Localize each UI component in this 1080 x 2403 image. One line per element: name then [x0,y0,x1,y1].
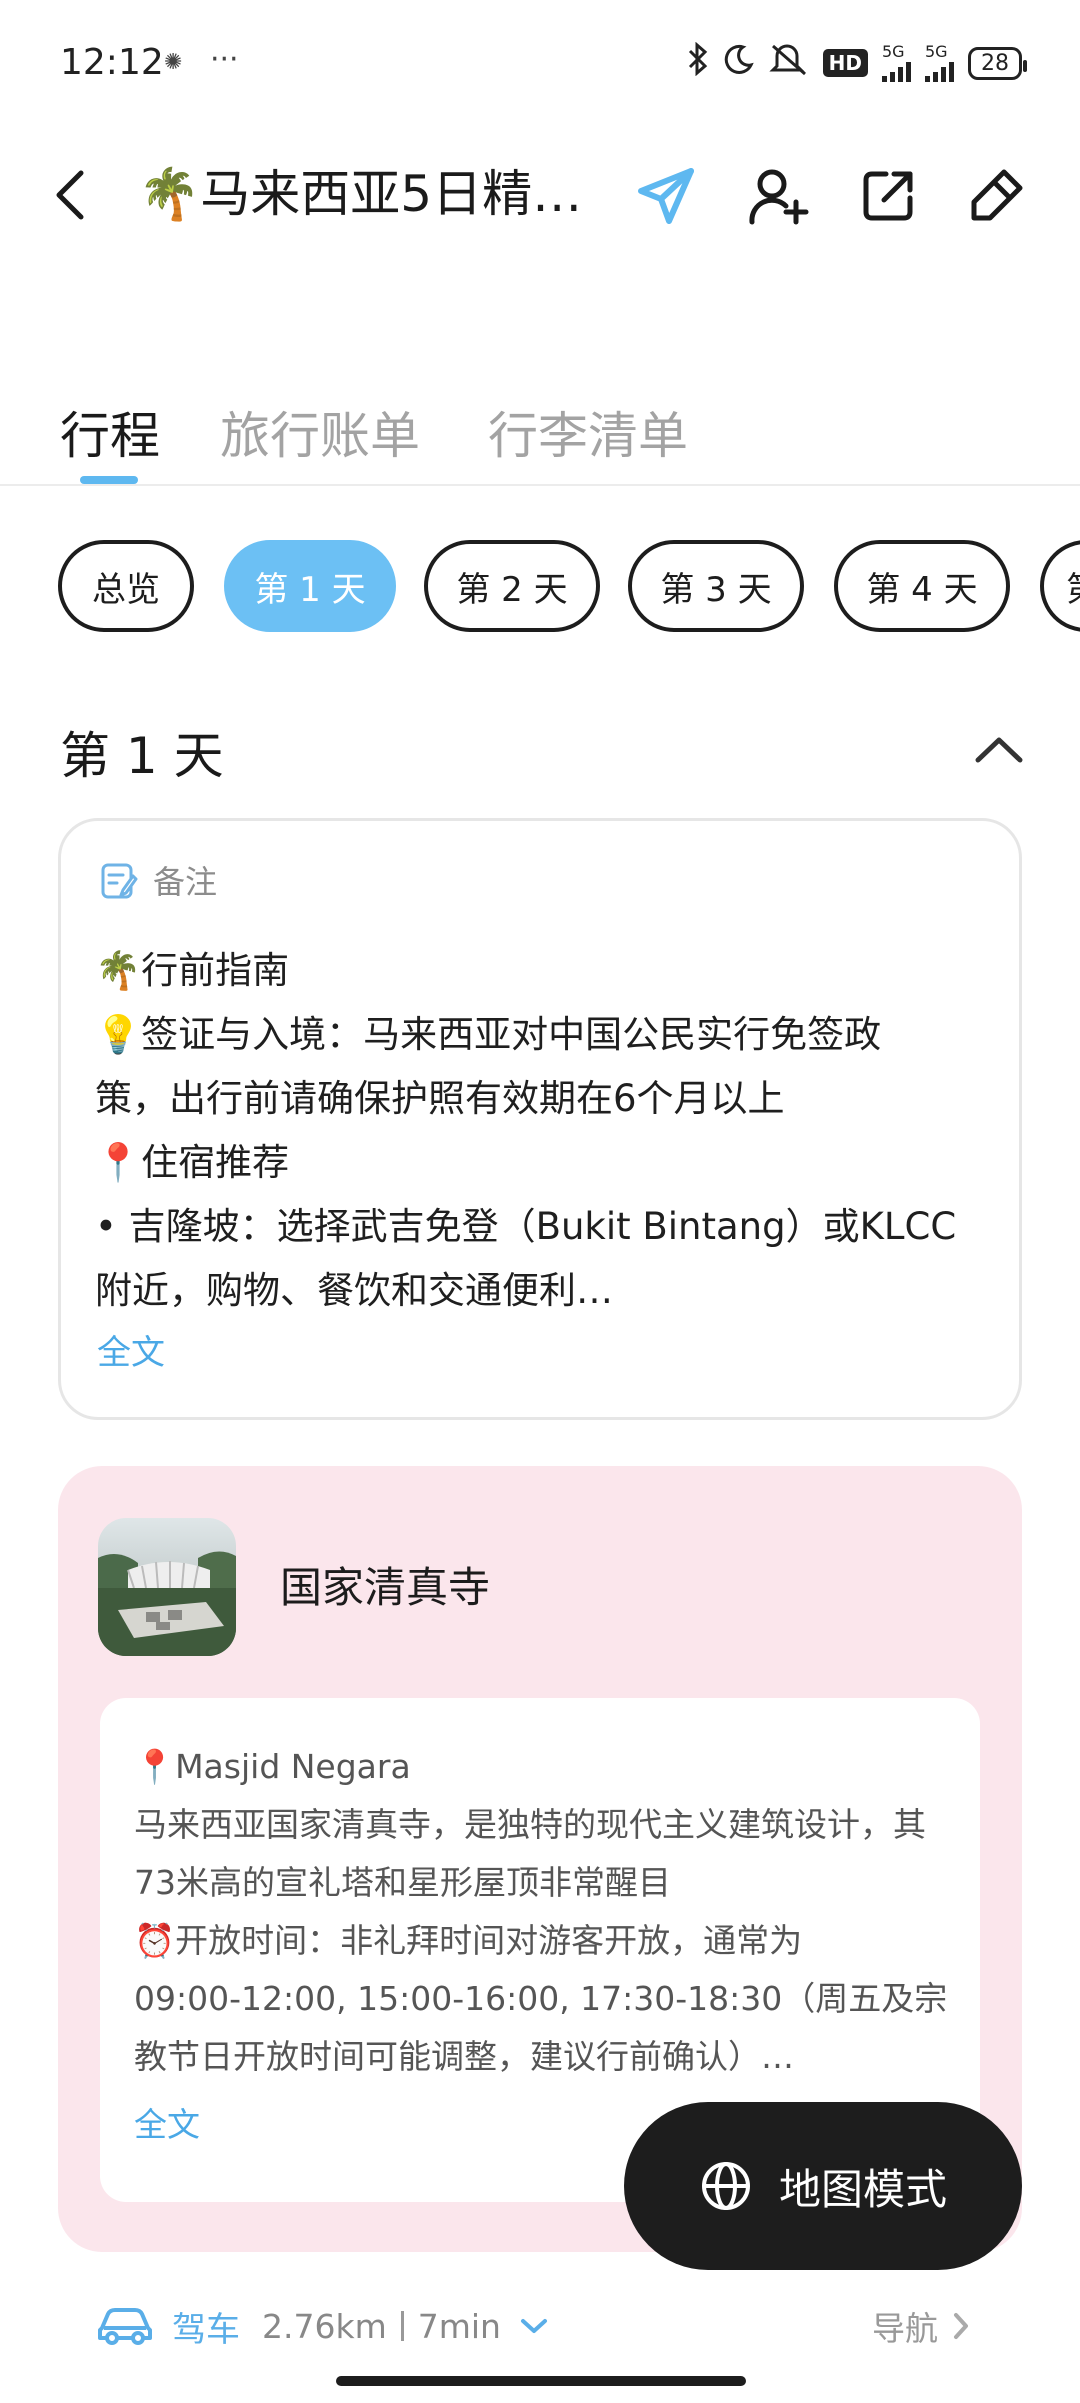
car-icon [98,2308,152,2345]
map-mode-button[interactable]: 地图模式 [624,2102,1022,2270]
place-line: 📍Masjid Negara [134,1747,411,1786]
note-line: • 吉隆坡：选择武吉免登（Bukit Bintang）或KLCC [95,1205,957,1248]
place-expand-link[interactable]: 全文 [134,2098,200,2146]
globe-icon [701,2162,750,2210]
day-selector: 总览 第 1 天 第 2 天 第 3 天 第 4 天 第 [58,540,1080,632]
tab-indicator [80,476,138,484]
place-thumbnail [98,1518,236,1656]
route-duration: 7min [417,2306,501,2346]
navigate-button[interactable]: 导航 [872,2296,970,2356]
place-description: 📍Masjid Negara 马来西亚国家清真寺，是独特的现代主义建筑设计，其 … [134,1738,964,2086]
status-more: ··· [209,42,239,77]
status-right-icons: HD 5G 5G 28 [687,40,1027,86]
tab-expenses[interactable]: 旅行账单 [220,396,420,468]
app-notification-icon: ✺ [164,50,183,75]
note-label: 备注 [153,863,218,901]
place-line: 73米高的宣礼塔和星形屋顶非常醒目 [134,1863,671,1902]
add-user-icon [749,169,809,225]
top-app-bar: 🌴马来西亚5日精… [0,150,1080,240]
note-expand-link[interactable]: 全文 [97,1325,165,1374]
mute-icon [769,42,809,84]
edit-icon [971,169,1023,221]
place-line: ⏰开放时间：非礼拜时间对游客开放，通常为 [134,1921,803,1960]
home-indicator[interactable] [336,2376,746,2386]
day-title: 第 1 天 [60,727,224,785]
back-icon [56,170,84,220]
chip-day-1[interactable]: 第 1 天 [224,540,396,632]
tab-bar: 行程 旅行账单 行李清单 [0,390,1080,486]
place-line: 马来西亚国家清真寺，是独特的现代主义建筑设计，其 [134,1805,926,1844]
note-icon [101,863,138,899]
edit-button[interactable] [958,158,1034,234]
route-divider [400,2311,404,2341]
status-time: 12:12 [60,42,164,83]
collapse-button[interactable] [966,716,1032,782]
map-mode-label: 地图模式 [778,2164,947,2214]
moon-icon [723,43,755,83]
hd-badge: HD [822,49,868,77]
route-distance: 2.76km [262,2306,387,2346]
place-name: 国家清真寺 [280,1563,491,1612]
note-line: 💡签证与入境：马来西亚对中国公民实行免签政 [95,1013,882,1056]
chip-day-3[interactable]: 第 3 天 [628,540,804,632]
tab-itinerary[interactable]: 行程 [60,396,160,468]
chip-day-4[interactable]: 第 4 天 [834,540,1010,632]
note-line: 策，出行前请确保护照有效期在6个月以上 [95,1077,785,1120]
route-info[interactable]: 驾车 2.76km 7min [96,2296,996,2356]
share-button[interactable] [850,158,926,234]
battery-indicator: 28 [968,46,1027,80]
note-header: 备注 [99,857,217,903]
bluetooth-icon [687,41,709,84]
route-mode: 驾车 [172,2309,240,2350]
chevron-down-icon[interactable] [519,2316,549,2336]
note-text: 🌴行前指南 💡签证与入境：马来西亚对中国公民实行免签政 策，出行前请确保护照有效… [95,939,1005,1323]
chevron-up-icon [975,737,1023,763]
add-member-button[interactable] [740,158,816,234]
note-line: 附近，购物、餐饮和交通便利… [95,1269,613,1312]
trip-title: 🌴马来西亚5日精… [138,165,583,223]
signal-1-icon: 5G [882,44,911,82]
navigate-label: 导航 [872,2309,938,2348]
note-line: 🌴行前指南 [95,949,290,992]
send-icon [638,168,694,224]
place-line: 09:00-12:00, 15:00-16:00, 17:30-18:30（周五… [134,1979,948,2018]
chip-day-2[interactable]: 第 2 天 [424,540,600,632]
tab-packing-list[interactable]: 行李清单 [488,396,688,468]
share-icon [863,171,913,221]
status-notification-icons: ✺ ··· [164,42,239,77]
signal-2-icon: 5G [925,44,954,82]
place-line: 教节日开放时间可能调整，建议行前确认）… [134,2037,794,2076]
chip-overview[interactable]: 总览 [58,540,194,632]
note-card[interactable]: 备注 🌴行前指南 💡签证与入境：马来西亚对中国公民实行免签政 策，出行前请确保护… [58,818,1022,1420]
status-bar: 12:12 ✺ ··· HD 5G 5G 28 [0,0,1080,130]
back-button[interactable] [40,162,100,228]
send-button[interactable] [628,158,704,234]
chip-day-5[interactable]: 第 [1040,540,1080,632]
note-line: 📍住宿推荐 [95,1141,290,1184]
chevron-right-icon [954,2313,968,2339]
